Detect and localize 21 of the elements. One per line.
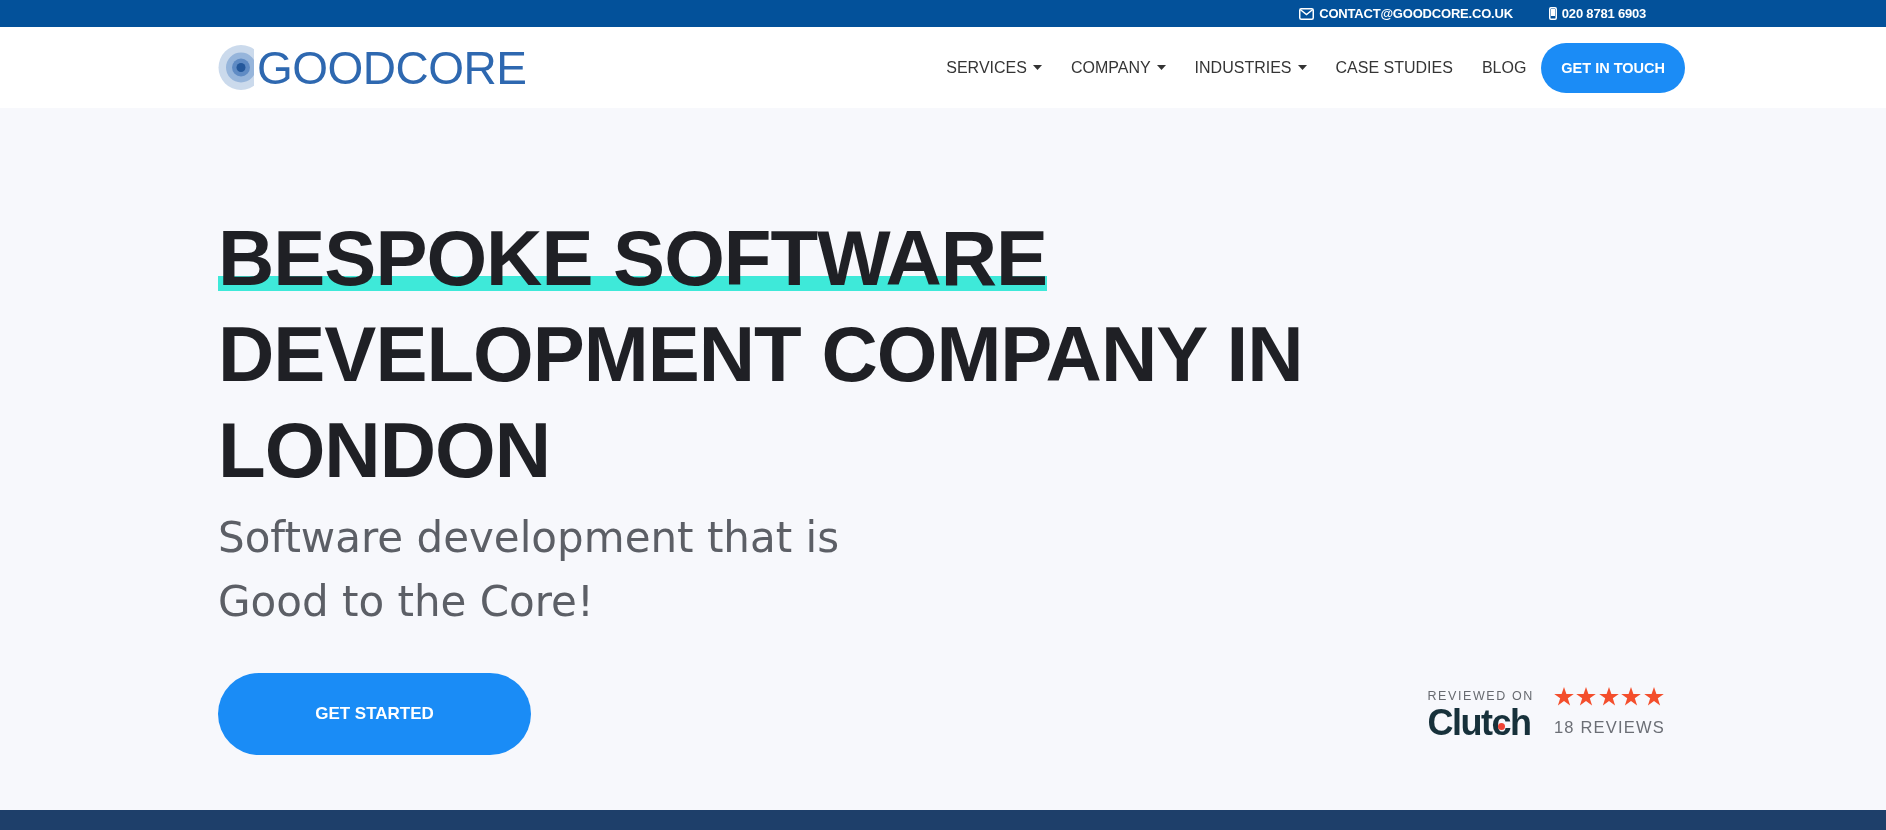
- dot-icon: [1498, 723, 1506, 730]
- nav-link[interactable]: CASE STUDIES: [1335, 58, 1453, 77]
- review-count: 18 REVIEWS: [1553, 718, 1665, 736]
- reviewed-on-label: REVIEWED ON: [1427, 689, 1534, 703]
- star-icon: [1598, 687, 1619, 706]
- nav-link[interactable]: BLOG: [1481, 58, 1527, 77]
- email-link[interactable]: CONTACT@GOODCORE.CO.UK: [1299, 6, 1513, 21]
- nav-link[interactable]: SERVICES: [946, 58, 1042, 77]
- clutch-link[interactable]: Clutch: [1427, 705, 1534, 741]
- nav-link[interactable]: INDUSTRIES: [1194, 58, 1307, 77]
- logo-link[interactable]: GOODCORE: [218, 44, 527, 91]
- star-icon: [1576, 687, 1597, 706]
- star-icon: [1643, 687, 1664, 706]
- hero-subtitle: Software development that is Good to the Core!: [218, 512, 841, 628]
- mobile-phone-icon: [1548, 7, 1557, 20]
- star-icon: [1621, 687, 1642, 706]
- concentric-circles-icon: [218, 45, 254, 90]
- star-icon: [1553, 687, 1574, 706]
- phone-link[interactable]: 020 8781 6903: [1548, 6, 1646, 21]
- nav-link[interactable]: COMPANY: [1070, 58, 1166, 77]
- envelope-icon: [1299, 7, 1315, 20]
